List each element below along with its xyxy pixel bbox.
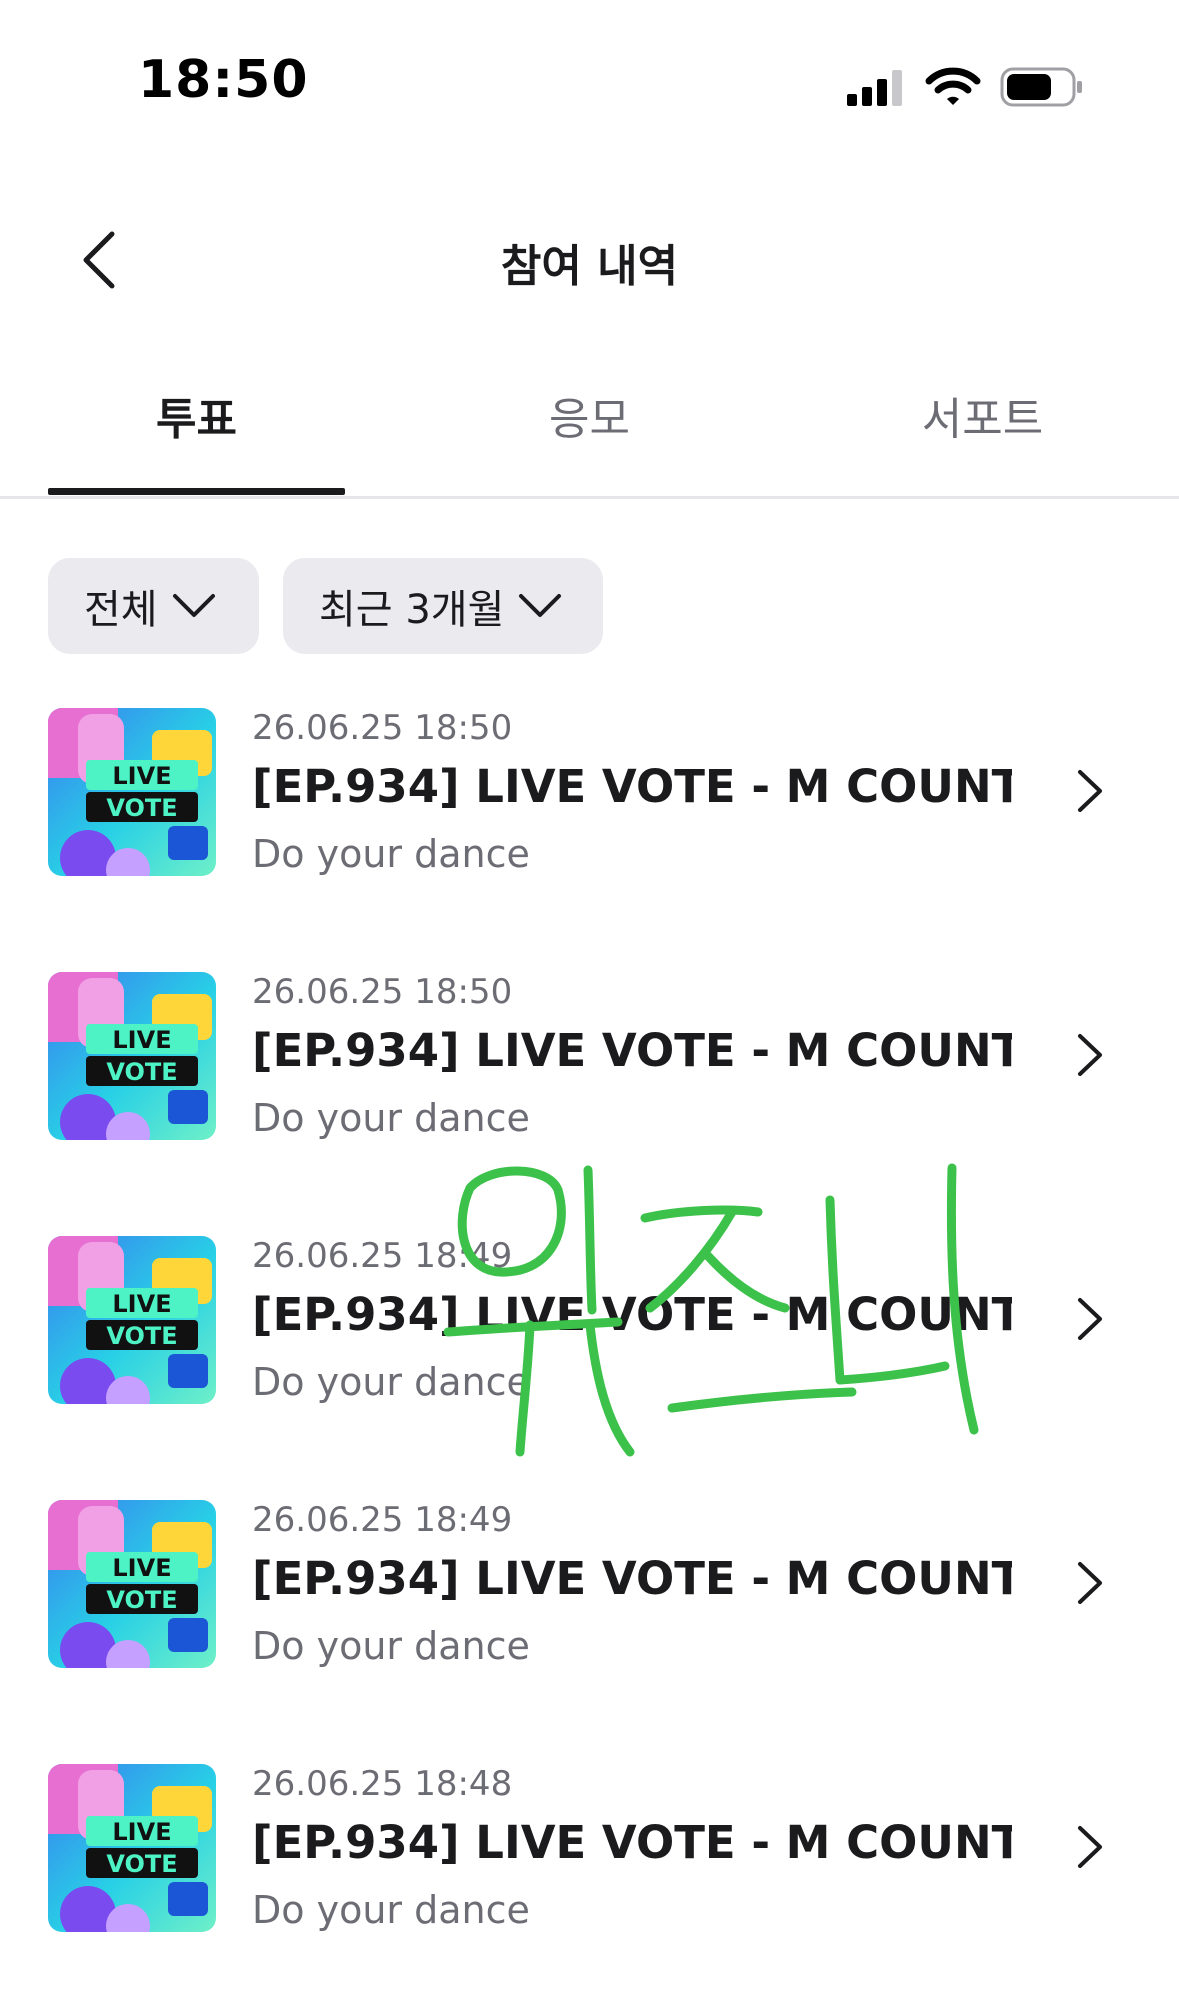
chevron-down-icon: [172, 594, 215, 617]
item-date: 26.06.25 18:49: [252, 1500, 513, 1540]
category-filter-label: 전체: [84, 587, 158, 633]
list-item[interactable]: LIVE VOTE 26.06.25 18:50 [EP.934] LIVE VO…: [0, 972, 1179, 1172]
list-item[interactable]: LIVE VOTE 26.06.25 18:49 [EP.934] LIVE VO…: [0, 1500, 1179, 1700]
item-title: [EP.934] LIVE VOTE - M COUNT...: [252, 760, 1012, 813]
active-tab-indicator: [48, 488, 345, 495]
status-time: 18:50: [138, 50, 309, 110]
live-vote-artwork: LIVE VOTE: [48, 708, 216, 876]
live-vote-artwork: LIVE VOTE: [48, 1236, 216, 1404]
item-title: [EP.934] LIVE VOTE - M COUNT...: [252, 1024, 1012, 1077]
item-subtitle: Do your dance: [252, 1888, 530, 1932]
item-subtitle: Do your dance: [252, 832, 530, 876]
thumbnail-line1: LIVE: [112, 762, 171, 790]
item-subtitle: Do your dance: [252, 1360, 530, 1404]
category-filter-dropdown[interactable]: 전체: [48, 558, 259, 654]
item-title: [EP.934] LIVE VOTE - M COUNT...: [252, 1288, 1012, 1341]
thumbnail-line2: VOTE: [106, 1058, 177, 1086]
list-item[interactable]: LIVE VOTE 26.06.25 18:49 [EP.934] LIVE VO…: [0, 1236, 1179, 1436]
thumbnail-line1: LIVE: [112, 1026, 171, 1054]
chevron-right-icon: [1078, 1034, 1102, 1076]
item-title: [EP.934] LIVE VOTE - M COUNT...: [252, 1816, 1012, 1869]
live-vote-thumbnail: LIVE VOTE: [48, 1764, 216, 1932]
chevron-right-icon: [1078, 1826, 1102, 1868]
thumbnail-line2: VOTE: [106, 1850, 177, 1878]
thumbnail-line1: LIVE: [112, 1290, 171, 1318]
live-vote-artwork: LIVE VOTE: [48, 1500, 216, 1668]
wifi-icon: [925, 67, 981, 105]
chevron-right-icon: [1078, 1298, 1102, 1340]
item-date: 26.06.25 18:48: [252, 1764, 513, 1804]
tab-vote[interactable]: 투표: [0, 380, 393, 496]
live-vote-artwork: LIVE VOTE: [48, 972, 216, 1140]
item-date: 26.06.25 18:50: [252, 972, 513, 1012]
chevron-right-icon: [1078, 770, 1102, 812]
tab-support[interactable]: 서포트: [786, 380, 1179, 496]
live-vote-artwork: LIVE VOTE: [48, 1764, 216, 1932]
thumbnail-line2: VOTE: [106, 1322, 177, 1350]
battery-icon: [1000, 67, 1082, 107]
tab-bar: 투표 응모 서포트: [0, 380, 1179, 499]
thumbnail-line2: VOTE: [106, 1586, 177, 1614]
item-subtitle: Do your dance: [252, 1624, 530, 1668]
live-vote-thumbnail: LIVE VOTE: [48, 708, 216, 876]
thumbnail-line2: VOTE: [106, 794, 177, 822]
thumbnail-line1: LIVE: [112, 1818, 171, 1846]
header: 참여 내역: [0, 200, 1179, 320]
live-vote-thumbnail: LIVE VOTE: [48, 1500, 216, 1668]
item-date: 26.06.25 18:49: [252, 1236, 513, 1276]
item-title: [EP.934] LIVE VOTE - M COUNT...: [252, 1552, 1012, 1605]
thumbnail-line1: LIVE: [112, 1554, 171, 1582]
period-filter-dropdown[interactable]: 최근 3개월: [283, 558, 603, 654]
period-filter-label: 최근 3개월: [319, 587, 505, 633]
list-item[interactable]: LIVE VOTE 26.06.25 18:50 [EP.934] LIVE VO…: [0, 708, 1179, 908]
status-bar: 18:50: [0, 0, 1179, 170]
item-subtitle: Do your dance: [252, 1096, 530, 1140]
item-date: 26.06.25 18:50: [252, 708, 513, 748]
cellular-signal-icon: [847, 70, 902, 106]
live-vote-thumbnail: LIVE VOTE: [48, 972, 216, 1140]
chevron-down-icon: [519, 594, 562, 617]
tab-entry[interactable]: 응모: [393, 380, 786, 496]
page-title: 참여 내역: [500, 241, 679, 292]
chevron-right-icon: [1078, 1562, 1102, 1604]
list-item[interactable]: LIVE VOTE 26.06.25 18:48 [EP.934] LIVE VO…: [0, 1764, 1179, 1964]
live-vote-thumbnail: LIVE VOTE: [48, 1236, 216, 1404]
